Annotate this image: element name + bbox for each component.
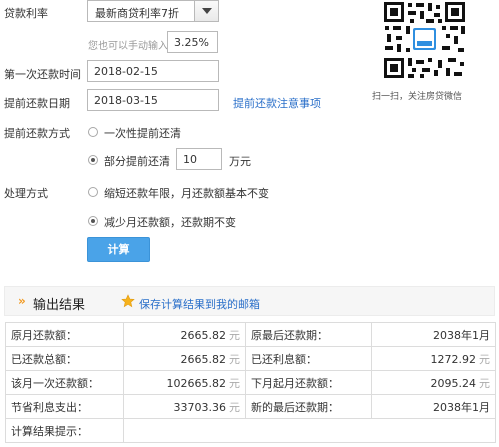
row-label: 原月还款额： xyxy=(5,322,124,347)
row-value: 2038年1月 xyxy=(371,394,496,419)
option-partial-prepay-label: 部分提前还清 xyxy=(104,155,170,168)
row-value: 2665.82 元 xyxy=(123,346,246,371)
row-label: 节省利息支出： xyxy=(5,394,124,419)
rate-select[interactable]: 最新商贷利率7折 xyxy=(87,0,219,22)
table-row: 该月一次还款额： 102665.82 元 下月起月还款额： 2095.24 元 xyxy=(5,370,496,395)
radio-full-prepay[interactable] xyxy=(88,127,98,137)
table-row: 已还款总额： 2665.82 元 已还利息额： 1272.92 元 xyxy=(5,346,496,371)
save-results-email-link[interactable]: 保存计算结果到我的邮箱 xyxy=(139,296,260,312)
qr-caption: 扫一扫，关注房贷微信 xyxy=(372,92,463,102)
prepay-method-label: 提前还款方式 xyxy=(4,127,70,140)
first-payment-label: 第一次还款时间 xyxy=(4,68,81,81)
hint-label: 计算结果提示： xyxy=(5,418,124,443)
row-value: 2038年1月 xyxy=(371,322,496,347)
row-label: 原最后还款期： xyxy=(245,322,372,347)
row-label: 下月起月还款额： xyxy=(245,370,372,395)
row-value: 1272.92 元 xyxy=(371,346,496,371)
rate-select-value: 最新商贷利率7折 xyxy=(95,7,179,20)
row-label: 已还款总额： xyxy=(5,346,124,371)
row-value: 33703.36 元 xyxy=(123,394,246,419)
results-table: 原月还款额： 2665.82 元 原最后还款期： 2038年1月 已还款总额： 2… xyxy=(5,322,496,443)
prepay-date-input[interactable] xyxy=(87,89,219,111)
option-shorten-term-label: 缩短还款年限，月还款额基本不变 xyxy=(104,187,269,200)
rate-label: 贷款利率 xyxy=(4,7,48,20)
table-row: 原月还款额： 2665.82 元 原最后还款期： 2038年1月 xyxy=(5,322,496,347)
row-value: 102665.82 元 xyxy=(123,370,246,395)
partial-amount-input[interactable] xyxy=(176,148,222,170)
row-label: 该月一次还款额： xyxy=(5,370,124,395)
arrow-right-icon: » xyxy=(18,294,26,308)
handling-label: 处理方式 xyxy=(4,187,48,200)
prepay-date-label: 提前还款日期 xyxy=(4,97,70,110)
dropdown-arrow-button[interactable] xyxy=(194,1,218,21)
qr-code-image xyxy=(382,0,467,80)
manual-input-hint: 您也可以手动输入 xyxy=(88,41,168,52)
star-icon xyxy=(121,294,135,311)
row-label: 新的最后还款期： xyxy=(245,394,372,419)
hint-value xyxy=(123,418,496,443)
radio-partial-prepay[interactable] xyxy=(88,155,98,165)
table-row: 计算结果提示： xyxy=(5,418,496,443)
rate-input[interactable] xyxy=(167,31,218,53)
radio-shorten-term[interactable] xyxy=(88,187,98,197)
row-value: 2665.82 元 xyxy=(123,322,246,347)
radio-reduce-payment[interactable] xyxy=(88,216,98,226)
table-row: 节省利息支出： 33703.36 元 新的最后还款期： 2038年1月 xyxy=(5,394,496,419)
prepay-notice-link[interactable]: 提前还款注意事项 xyxy=(233,95,321,111)
row-label: 已还利息额： xyxy=(245,346,372,371)
first-payment-date-input[interactable] xyxy=(87,60,219,82)
row-value: 2095.24 元 xyxy=(371,370,496,395)
calculate-button[interactable]: 计算 xyxy=(87,237,150,262)
option-full-prepay-label: 一次性提前还清 xyxy=(104,127,181,140)
option-reduce-payment-label: 减少月还款额，还款期不变 xyxy=(104,216,236,229)
chevron-down-icon xyxy=(202,8,212,14)
partial-amount-unit: 万元 xyxy=(229,155,251,168)
result-title: 输出结果 xyxy=(33,298,86,313)
